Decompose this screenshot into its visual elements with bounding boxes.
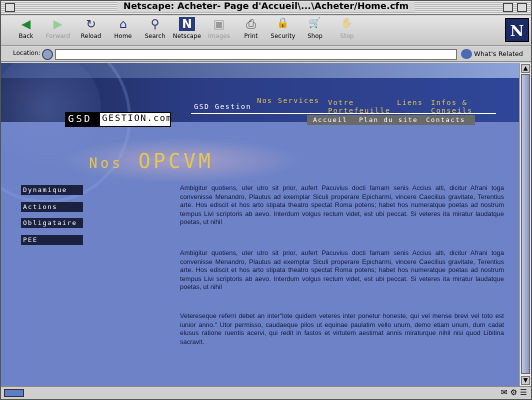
nav-divider xyxy=(191,113,496,114)
shopping-cart-icon: 🛒 xyxy=(308,18,322,29)
whats-related-button[interactable]: What's Related xyxy=(461,49,523,59)
subnav-contacts[interactable]: Contacts xyxy=(426,116,465,124)
menu-obligataire[interactable]: Obligataire xyxy=(21,218,83,228)
vertical-scrollbar[interactable]: ▲ ▼ xyxy=(519,63,531,386)
location-label: Location: xyxy=(13,50,41,57)
scroll-thumb[interactable] xyxy=(521,74,530,374)
page-title: Nos OPCVM xyxy=(89,149,214,173)
menu-actions[interactable]: Actions xyxy=(21,202,83,212)
collapse-box[interactable] xyxy=(517,3,527,12)
scroll-down-icon[interactable]: ▼ xyxy=(521,376,530,385)
nav-infos[interactable]: Infos & xyxy=(431,99,468,107)
menu-pee[interactable]: PEE xyxy=(21,235,83,245)
location-bar: Location: What's Related xyxy=(1,47,531,62)
scroll-up-icon[interactable]: ▲ xyxy=(521,64,530,73)
related-icon xyxy=(461,49,472,59)
stop-button[interactable]: ✋ Stop xyxy=(332,17,362,45)
netscape-button[interactable]: N Netscape xyxy=(172,17,202,45)
site-logo[interactable]: GSD GESTION.com xyxy=(65,112,173,127)
images-icon: ▣ xyxy=(213,17,225,31)
print-button[interactable]: ⎙ Print xyxy=(236,17,266,45)
body-paragraph-2: Ambigitur quotiens, uter utro sit prior,… xyxy=(180,250,504,292)
security-button[interactable]: 🔒 Security xyxy=(268,17,298,45)
stop-hand-icon: ✋ xyxy=(340,18,354,29)
zoom-box[interactable] xyxy=(503,3,513,12)
menu-dynamique[interactable]: Dynamique xyxy=(21,185,83,195)
forward-arrow-icon: ▶ xyxy=(53,17,63,31)
location-input[interactable] xyxy=(55,49,457,60)
search-icon: ⚲ xyxy=(150,17,160,31)
subnav-plan-du-site[interactable]: Plan du site xyxy=(359,116,418,124)
lock-icon: 🔒 xyxy=(276,18,290,29)
navigation-toolbar: ◀ Back ▶ Forward ↻ Reload ⌂ Home ⚲ Search N Ne… xyxy=(1,16,531,46)
page-proxy-icon[interactable] xyxy=(42,49,53,60)
netscape-logo-icon: N xyxy=(505,18,529,42)
window-title: Netscape: Acheter- Page d'Accueil\...\Ac… xyxy=(117,2,415,12)
logo-gestion: GESTION.com xyxy=(102,114,173,124)
page-content: GSD Gestion Nos Services Votre Portefeui… xyxy=(1,63,519,386)
body-paragraph-3: Vetereseque referri debet an inter"lote … xyxy=(180,313,504,346)
search-button[interactable]: ⚲ Search xyxy=(140,17,170,45)
nav-gsd-gestion[interactable]: GSD Gestion xyxy=(194,103,251,111)
nav-liens[interactable]: Liens xyxy=(397,99,423,107)
images-button[interactable]: ▣ Images xyxy=(204,17,234,45)
home-icon: ⌂ xyxy=(119,17,127,31)
reload-button[interactable]: ↻ Reload xyxy=(76,17,106,45)
nav-nos-services[interactable]: Nos Services xyxy=(257,97,320,105)
logo-gsd: GSD xyxy=(66,113,100,126)
reload-icon: ↻ xyxy=(85,17,97,31)
back-button[interactable]: ◀ Back xyxy=(11,17,41,45)
status-bar: ✉ ⚙ ☰ xyxy=(1,386,531,399)
body-paragraph-1: Ambigitur quotiens, uter utro sit prior,… xyxy=(180,185,504,227)
subnav-accueil[interactable]: Accueil xyxy=(313,116,347,124)
nav-votre[interactable]: Votre xyxy=(328,99,354,107)
shop-button[interactable]: 🛒 Shop xyxy=(300,17,330,45)
forward-button[interactable]: ▶ Forward xyxy=(43,17,73,45)
print-icon: ⎙ xyxy=(246,17,256,31)
component-bar[interactable]: ✉ ⚙ ☰ xyxy=(501,388,527,397)
title-bar[interactable]: Netscape: Acheter- Page d'Accueil\...\Ac… xyxy=(1,1,531,15)
home-button[interactable]: ⌂ Home xyxy=(108,17,138,45)
netscape-icon: N xyxy=(179,17,195,31)
security-status-icon[interactable] xyxy=(4,389,24,397)
back-arrow-icon: ◀ xyxy=(21,17,31,31)
browser-window: Netscape: Acheter- Page d'Accueil\...\Ac… xyxy=(0,0,532,400)
